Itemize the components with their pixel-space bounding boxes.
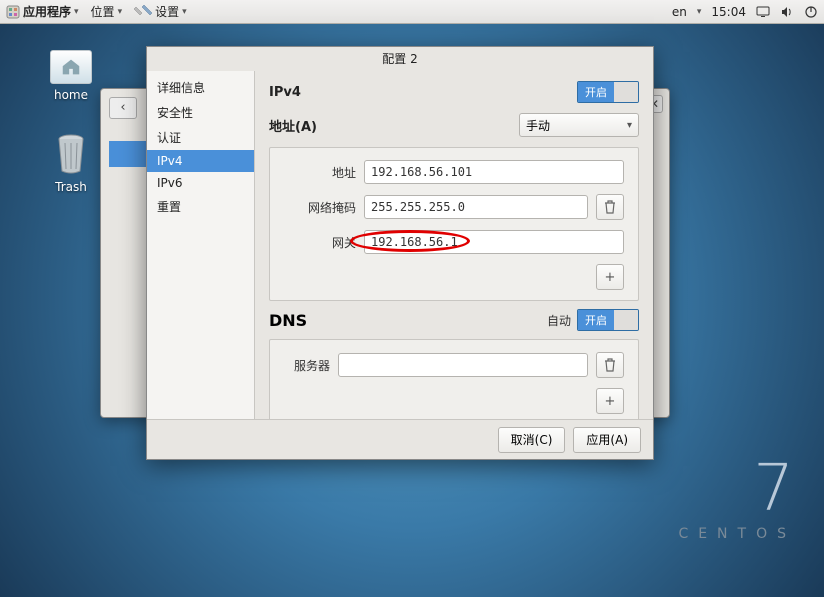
trash-icon — [604, 200, 616, 214]
address-method-value: 手动 — [526, 117, 550, 134]
settings-hammer-icon — [134, 5, 152, 19]
menu-settings[interactable]: 设置 ▾ — [134, 3, 187, 20]
apps-icon — [6, 5, 20, 19]
address-panel: 地址 网络掩码 网关 + — [269, 147, 639, 301]
dns-auto-toggle[interactable]: 开启 — [577, 309, 639, 331]
centos-word: CENTOS — [678, 526, 796, 542]
plus-icon: + — [605, 394, 616, 409]
network-list-selection — [109, 141, 149, 167]
ipv4-heading: IPv4 — [269, 85, 301, 100]
config-dialog: 配置 2 详细信息 安全性 认证 IPv4 IPv6 重置 IPv4 开启 地址… — [146, 46, 654, 460]
dns-server-label: 服务器 — [284, 357, 330, 374]
sidebar-item-security[interactable]: 安全性 — [147, 100, 254, 125]
netmask-label: 网络掩码 — [284, 199, 356, 216]
cancel-button[interactable]: 取消(C) — [498, 427, 566, 453]
add-dns-button[interactable]: + — [596, 388, 624, 414]
desktop-icons: home Trash — [50, 50, 92, 194]
dns-toggle-handle — [614, 310, 638, 330]
home-folder-icon — [50, 50, 92, 84]
dialog-sidebar: 详细信息 安全性 认证 IPv4 IPv6 重置 — [147, 71, 255, 419]
menu-applications[interactable]: 应用程序 ▾ — [6, 3, 79, 20]
netmask-input[interactable] — [364, 195, 588, 219]
apply-button[interactable]: 应用(A) — [573, 427, 641, 453]
volume-icon[interactable] — [780, 5, 794, 19]
top-menubar: 应用程序 ▾ 位置 ▾ 设置 ▾ en ▾ 15:04 — [0, 0, 824, 24]
address-input[interactable] — [364, 160, 624, 184]
menu-settings-label: 设置 — [155, 3, 179, 20]
power-icon[interactable] — [804, 5, 818, 19]
display-icon[interactable] — [756, 5, 770, 19]
desktop-icon-trash-label: Trash — [55, 180, 87, 194]
centos-brand: 7 CENTOS — [678, 452, 796, 542]
trash-icon — [604, 358, 616, 372]
chevron-down-icon: ▾ — [627, 120, 632, 131]
add-address-button[interactable]: + — [596, 264, 624, 290]
sidebar-item-detail[interactable]: 详细信息 — [147, 75, 254, 100]
chevron-down-icon: ▾ — [118, 7, 123, 17]
menu-places[interactable]: 位置 ▾ — [91, 3, 123, 20]
addresses-heading: 地址(A) — [269, 116, 317, 135]
dns-heading: DNS — [269, 311, 307, 330]
gateway-input[interactable] — [364, 230, 624, 254]
dialog-title: 配置 2 — [147, 47, 653, 71]
chevron-down-icon: ▾ — [182, 7, 187, 17]
dialog-content: IPv4 开启 地址(A) 手动 ▾ 地址 — [255, 71, 653, 419]
sidebar-item-reset[interactable]: 重置 — [147, 194, 254, 219]
chevron-down-icon: ▾ — [697, 7, 702, 17]
sidebar-item-ipv6[interactable]: IPv6 — [147, 172, 254, 194]
delete-dns-button[interactable] — [596, 352, 624, 378]
menu-places-label: 位置 — [91, 3, 115, 20]
dns-toggle-on-label: 开启 — [578, 310, 614, 330]
sidebar-item-ipv4[interactable]: IPv4 — [147, 150, 254, 172]
sidebar-item-auth[interactable]: 认证 — [147, 125, 254, 150]
address-label: 地址 — [284, 164, 356, 181]
input-lang-indicator[interactable]: en — [672, 5, 687, 19]
dns-server-input[interactable] — [338, 353, 588, 377]
ipv4-toggle-handle — [614, 82, 638, 102]
dns-auto-label: 自动 — [547, 312, 571, 329]
gateway-label: 网关 — [284, 234, 356, 251]
desktop-icon-trash[interactable]: Trash — [52, 132, 90, 194]
chevron-down-icon: ▾ — [74, 7, 79, 17]
clock[interactable]: 15:04 — [711, 5, 746, 19]
back-button[interactable]: ‹ — [109, 97, 137, 119]
menu-applications-label: 应用程序 — [23, 5, 71, 19]
address-method-dropdown[interactable]: 手动 ▾ — [519, 113, 639, 137]
ipv4-toggle-on-label: 开启 — [578, 82, 614, 102]
desktop-icon-home[interactable]: home — [50, 50, 92, 102]
delete-address-button[interactable] — [596, 194, 624, 220]
ipv4-toggle[interactable]: 开启 — [577, 81, 639, 103]
dialog-button-row: 取消(C) 应用(A) — [147, 419, 653, 459]
dns-panel: 服务器 + — [269, 339, 639, 419]
trash-icon — [52, 132, 90, 176]
plus-icon: + — [605, 270, 616, 285]
centos-version: 7 — [678, 452, 796, 526]
desktop-icon-home-label: home — [54, 88, 88, 102]
